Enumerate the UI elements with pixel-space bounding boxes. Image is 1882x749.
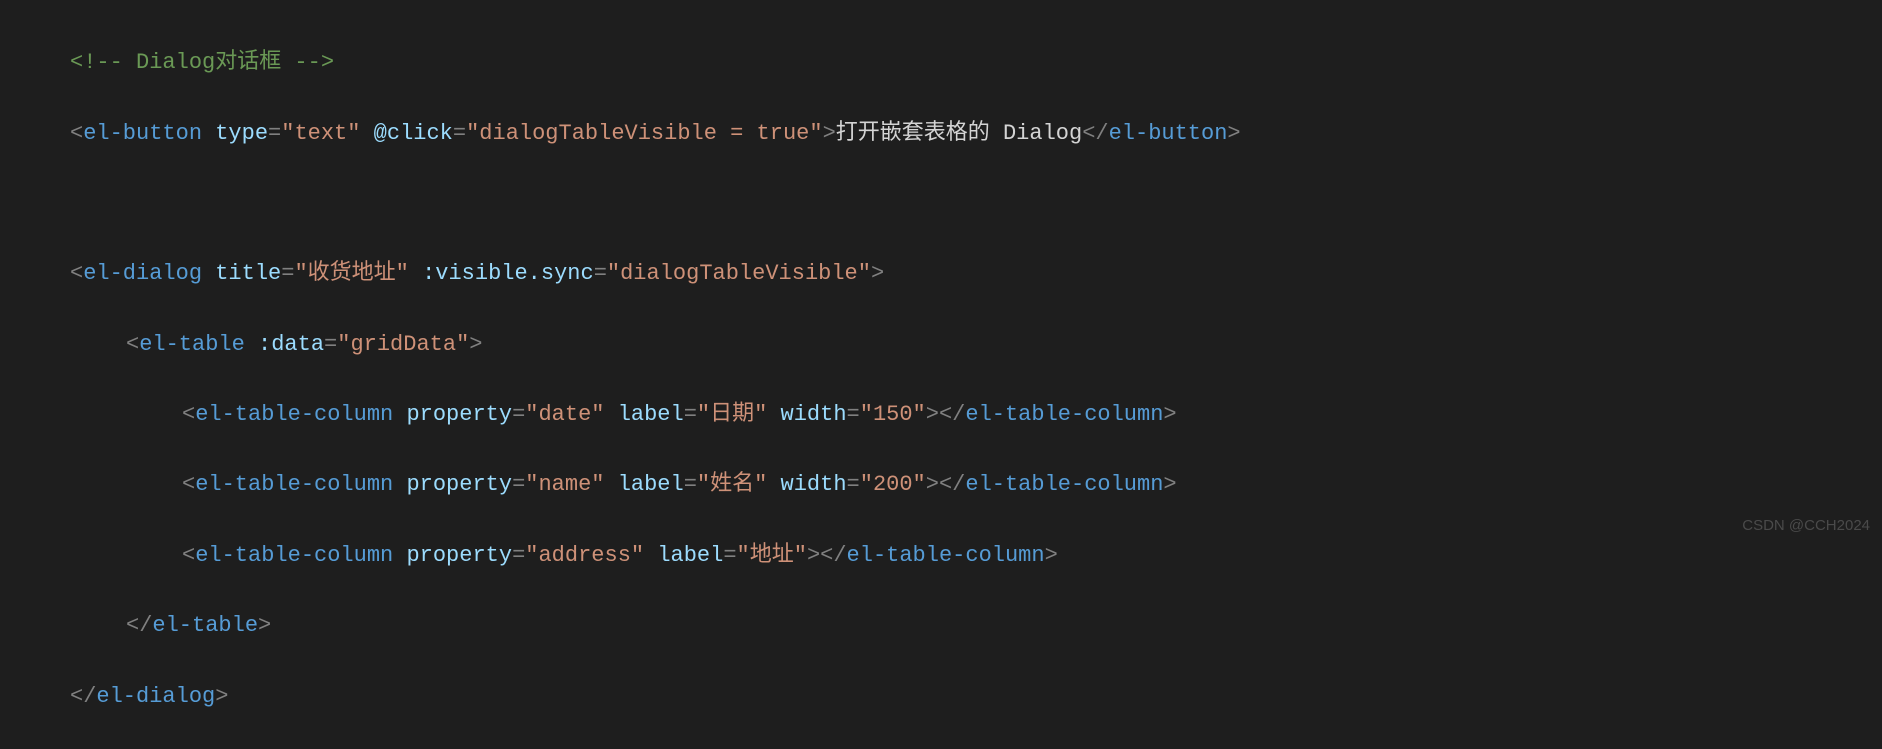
attr: width [781,472,847,497]
bracket: > [926,402,939,427]
tag: el-button [83,121,202,146]
equals: = [847,472,860,497]
bracket: > [1045,543,1058,568]
attr: :data [258,332,324,357]
bracket: > [807,543,820,568]
bracket: > [926,472,939,497]
attr: @click [374,121,453,146]
tag: el-table-column [195,543,393,568]
bracket: < [70,121,83,146]
code-line-4[interactable]: <el-dialog title="收货地址" :visible.sync="d… [70,256,1882,291]
attr: label [657,543,723,568]
value: "姓名" [697,472,767,497]
tag: el-table-column [195,472,393,497]
bracket: < [182,402,195,427]
bracket: > [1163,402,1176,427]
bracket: </ [820,543,846,568]
bracket: < [182,543,195,568]
bracket: < [126,332,139,357]
bracket: > [1163,472,1176,497]
attr: property [406,472,512,497]
value: "text" [281,121,360,146]
attr: label [618,402,684,427]
comment-close: --> [281,50,334,75]
code-line-9[interactable]: </el-table> [70,608,1882,643]
value: "dialogTableVisible = true" [466,121,822,146]
bracket: > [469,332,482,357]
value: "日期" [697,402,767,427]
tag: el-dialog [96,684,215,709]
code-line-8[interactable]: <el-table-column property="address" labe… [70,538,1882,573]
code-line-10[interactable]: </el-dialog> [70,679,1882,714]
bracket: < [70,261,83,286]
equals: = [684,472,697,497]
text: 打开嵌套表格的 Dialog [836,121,1082,146]
equals: = [594,261,607,286]
attr: type [215,121,268,146]
bracket: </ [939,402,965,427]
equals: = [453,121,466,146]
value: "dialogTableVisible" [607,261,871,286]
watermark-text: CSDN @CCH2024 [1742,514,1870,538]
bracket: </ [1082,121,1108,146]
equals: = [512,543,525,568]
code-line-5[interactable]: <el-table :data="gridData"> [70,327,1882,362]
comment-text: Dialog对话框 [136,50,281,75]
code-line-3[interactable] [70,186,1882,221]
equals: = [281,261,294,286]
tag: el-table-column [847,543,1045,568]
attr: property [406,543,512,568]
bracket: > [258,613,271,638]
value: "address" [525,543,644,568]
bracket: > [871,261,884,286]
bracket: > [823,121,836,146]
code-line-6[interactable]: <el-table-column property="date" label="… [70,397,1882,432]
tag: el-button [1109,121,1228,146]
value: "date" [525,402,604,427]
value: "150" [860,402,926,427]
tag: el-table [139,332,245,357]
code-editor[interactable]: <!-- Dialog对话框 --> <el-button type="text… [0,10,1882,749]
value: "200" [860,472,926,497]
equals: = [847,402,860,427]
code-line-7[interactable]: <el-table-column property="name" label="… [70,467,1882,502]
bracket: </ [126,613,152,638]
tag: el-table-column [195,402,393,427]
attr: :visible.sync [422,261,594,286]
equals: = [324,332,337,357]
equals: = [512,402,525,427]
value: "gridData" [337,332,469,357]
tag: el-table-column [965,472,1163,497]
attr: property [406,402,512,427]
equals: = [512,472,525,497]
value: "地址" [737,543,807,568]
attr: label [618,472,684,497]
code-line-1[interactable]: <!-- Dialog对话框 --> [70,45,1882,80]
equals: = [723,543,736,568]
tag: el-dialog [83,261,202,286]
tag: el-table [152,613,258,638]
code-line-2[interactable]: <el-button type="text" @click="dialogTab… [70,116,1882,151]
attr: width [781,402,847,427]
value: "name" [525,472,604,497]
tag: el-table-column [965,402,1163,427]
equals: = [684,402,697,427]
bracket: </ [70,684,96,709]
bracket: </ [939,472,965,497]
bracket: < [182,472,195,497]
bracket: > [215,684,228,709]
attr: title [215,261,281,286]
equals: = [268,121,281,146]
comment-open: <!-- [70,50,136,75]
bracket: > [1227,121,1240,146]
value: "收货地址" [294,261,408,286]
